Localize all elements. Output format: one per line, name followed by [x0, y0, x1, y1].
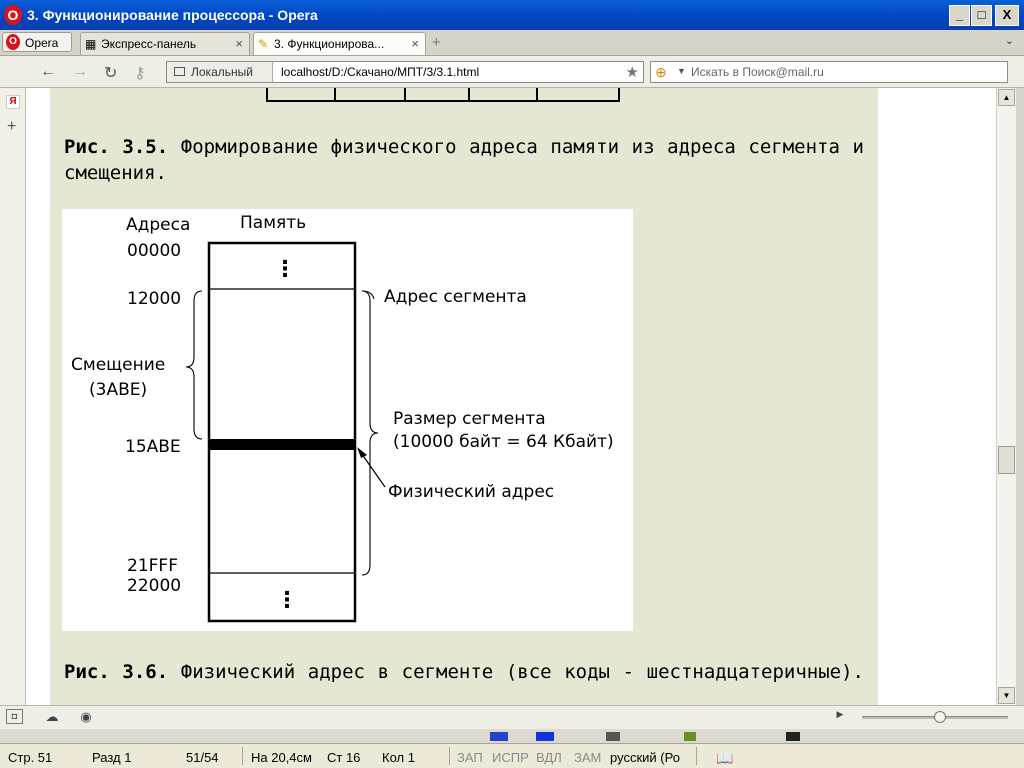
- new-tab-icon[interactable]: +: [432, 34, 441, 51]
- tab-list-chevron-icon[interactable]: ⌄: [1005, 34, 1014, 47]
- status-section: Разд 1: [92, 750, 132, 765]
- figure-3-6-number: Рис. 3.6.: [64, 661, 169, 683]
- zoom-slider-knob[interactable]: [934, 711, 946, 723]
- scroll-thumb[interactable]: [998, 446, 1015, 474]
- url-text[interactable]: localhost/D:/Скачано/МПТ/3/3.1.html: [281, 65, 479, 79]
- offset-value: (3ABE): [89, 380, 147, 400]
- side-panel: Я +: [0, 88, 26, 705]
- search-engine-dropdown-icon[interactable]: ▼: [677, 66, 686, 76]
- address-badge[interactable]: Локальный: [167, 62, 273, 82]
- status-pages: 51/54: [186, 750, 219, 765]
- address-badge-label: Локальный: [191, 65, 253, 79]
- memory-top-dots: ⋮: [274, 257, 296, 282]
- offset-label: Смещение: [71, 355, 165, 375]
- status-language[interactable]: русский (Ро: [610, 750, 680, 765]
- add-panel-icon[interactable]: +: [7, 118, 16, 136]
- memory-diagram-svg: Адреса Память ⋮ ⋮ 00000 12000 15ABE 21FF…: [71, 213, 614, 623]
- tab-bar: O Opera ▦ Экспресс-панель × ✎ 3. Функцио…: [0, 30, 1024, 56]
- opera-menu-icon: O: [6, 34, 20, 50]
- background-toolbar-strip: [0, 729, 1024, 743]
- turbo-icon[interactable]: ◉: [76, 709, 96, 725]
- segment-address-pointer: [361, 290, 375, 300]
- opera-menu-label: Opera: [25, 36, 59, 50]
- close-button[interactable]: X: [995, 5, 1019, 26]
- document-body: Рис. 3.5. Формирование физического адрес…: [50, 88, 878, 705]
- view-options-icon[interactable]: ▶: [830, 709, 850, 725]
- tab-current-page[interactable]: ✎ 3. Функционирова... ×: [253, 32, 426, 55]
- close-tab-icon[interactable]: ×: [411, 36, 419, 51]
- spelling-check-icon[interactable]: 📖: [716, 750, 733, 767]
- window-titlebar: O 3. Функционирование процессора - Opera…: [0, 0, 1024, 30]
- bookmark-star-icon[interactable]: ★: [626, 63, 639, 81]
- status-page: Стр. 51: [8, 750, 53, 765]
- search-placeholder: Искать в Поиск@mail.ru: [691, 65, 824, 79]
- maximize-button[interactable]: □: [971, 5, 992, 26]
- panel-toggle-icon[interactable]: ◘: [6, 709, 23, 724]
- zoom-slider[interactable]: [862, 711, 1008, 723]
- address-21fff: 21FFF: [127, 556, 178, 576]
- scroll-down-button[interactable]: ▼: [998, 687, 1015, 704]
- status-trk[interactable]: ИСПР: [492, 750, 529, 765]
- status-ovr[interactable]: ЗАМ: [574, 750, 601, 765]
- status-column: Кол 1: [382, 750, 415, 765]
- close-tab-icon[interactable]: ×: [235, 36, 243, 51]
- physical-address-arrowhead: [357, 447, 367, 458]
- status-rec[interactable]: ЗАП: [457, 750, 483, 765]
- address-bar[interactable]: Локальный localhost/D:/Скачано/МПТ/3/3.1…: [166, 61, 644, 83]
- address-00000: 00000: [127, 241, 181, 261]
- offset-brace: [185, 290, 203, 440]
- segment-size-label: Размер сегмента: [393, 409, 546, 429]
- tab-speed-dial[interactable]: ▦ Экспресс-панель ×: [80, 32, 250, 55]
- reload-icon[interactable]: ↻: [104, 63, 117, 83]
- monitor-icon: [174, 67, 185, 76]
- addresses-header: Адреса: [126, 215, 190, 235]
- physical-address-cell: [209, 439, 355, 450]
- figure-3-5-diagram: Адреса Память ⋮ ⋮ 00000 12000 15ABE 21FF…: [62, 209, 633, 631]
- status-ext[interactable]: ВДЛ: [536, 750, 562, 765]
- page-favicon-icon: ✎: [258, 37, 269, 51]
- back-arrow-icon[interactable]: ←: [40, 63, 56, 81]
- opera-unite-cloud-icon[interactable]: ☁: [42, 709, 62, 725]
- figure-3-5-caption: Рис. 3.5. Формирование физического адрес…: [64, 134, 864, 186]
- word-status-bar: Стр. 51 Разд 1 51/54 На 20,4см Ст 16 Кол…: [0, 743, 1024, 768]
- tab-label: 3. Функционирова...: [274, 37, 385, 51]
- address-15abe: 15ABE: [125, 437, 181, 457]
- figure-3-6-caption: Рис. 3.6. Физический адрес в сегменте (в…: [64, 659, 864, 685]
- opera-logo-icon: O: [4, 5, 22, 25]
- search-field[interactable]: ⊕ ▼ Искать в Поиск@mail.ru: [650, 61, 1008, 83]
- address-22000: 22000: [127, 576, 181, 596]
- tab-label: Экспресс-панель: [101, 37, 197, 51]
- previous-figure-table-fragment: [266, 88, 620, 102]
- memory-bottom-dots: ⋮: [276, 588, 298, 613]
- search-engine-icon[interactable]: ⊕: [655, 64, 667, 81]
- figure-3-5-text: Формирование физического адреса памяти и…: [64, 136, 864, 184]
- speed-dial-icon: ▦: [85, 37, 97, 51]
- vertical-scrollbar[interactable]: ▲ ▼: [996, 88, 1016, 705]
- figure-3-6-text: Физический адрес в сегменте (все коды - …: [180, 661, 864, 683]
- segment-address-label: Адрес сегмента: [384, 287, 527, 307]
- segment-size-brace: [361, 290, 379, 576]
- scroll-up-button[interactable]: ▲: [998, 89, 1015, 106]
- minimize-button[interactable]: _: [949, 5, 970, 26]
- memory-header: Память: [240, 213, 306, 233]
- window-right-edge: [1016, 88, 1024, 705]
- forward-arrow-icon[interactable]: →: [72, 63, 88, 81]
- yandex-icon[interactable]: Я: [6, 95, 20, 109]
- window-title: 3. Функционирование процессора - Opera: [27, 7, 318, 23]
- segment-size-value: (10000 байт = 64 Кбайт): [393, 432, 614, 452]
- key-icon[interactable]: ⚷: [134, 63, 146, 83]
- navigation-bar: ← → ↻ ⚷ Локальный localhost/D:/Скачано/М…: [0, 56, 1024, 88]
- figure-3-5-number: Рис. 3.5.: [64, 136, 169, 158]
- opera-menu-button[interactable]: O Opera: [2, 32, 72, 52]
- physical-address-label: Физический адрес: [388, 482, 554, 502]
- memory-block: [207, 241, 357, 623]
- status-position: На 20,4см: [251, 750, 312, 765]
- page-viewport[interactable]: Рис. 3.5. Формирование физического адрес…: [26, 88, 996, 705]
- browser-status-bar: ◘ ☁ ◉ ▶: [0, 705, 1024, 729]
- status-line: Ст 16: [327, 750, 361, 765]
- address-12000: 12000: [127, 289, 181, 309]
